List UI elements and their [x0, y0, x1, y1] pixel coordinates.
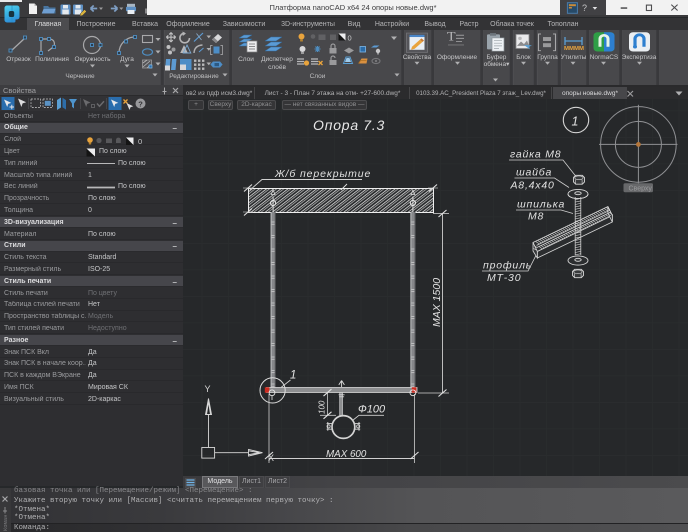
svg-text:МТ-30: МТ-30 — [487, 272, 521, 284]
svg-text:Y: Y — [205, 384, 211, 394]
svg-text:0: 0 — [348, 34, 352, 43]
svg-text:0: 0 — [138, 137, 142, 146]
svg-text:?: ? — [138, 100, 143, 109]
svg-text:Опора 7.3: Опора 7.3 — [313, 117, 385, 133]
svg-text:?: ? — [582, 3, 587, 13]
svg-text:Ж/б перекрытие: Ж/б перекрытие — [274, 168, 371, 180]
svg-text:Сверху: Сверху — [629, 185, 653, 192]
svg-text:1: 1 — [290, 370, 296, 382]
svg-text:шпилька: шпилька — [517, 199, 565, 211]
svg-text:шайба: шайба — [516, 167, 552, 179]
svg-text:100: 100 — [318, 400, 327, 414]
svg-text:MMMM: MMMM — [564, 47, 584, 53]
svg-text:гайка М8: гайка М8 — [510, 149, 561, 161]
svg-text:А8,4х40: А8,4х40 — [510, 180, 555, 192]
svg-text:X: X — [268, 453, 274, 463]
svg-text:MAX 600: MAX 600 — [326, 449, 367, 460]
svg-text:профиль: профиль — [483, 260, 532, 272]
svg-text:MAX 1500: MAX 1500 — [431, 278, 443, 327]
svg-text:T: T — [447, 30, 456, 43]
svg-text:М8: М8 — [528, 211, 544, 223]
svg-text:Ф100: Ф100 — [358, 404, 386, 416]
svg-text:1: 1 — [572, 115, 579, 129]
